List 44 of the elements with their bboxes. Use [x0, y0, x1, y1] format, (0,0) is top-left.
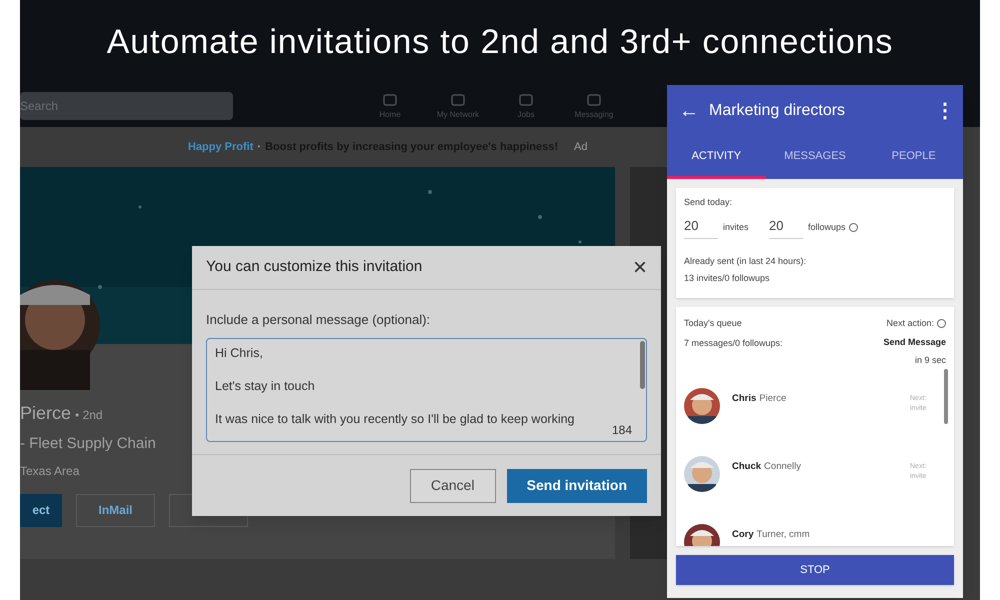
profile-headline: - Fleet Supply Chain [20, 434, 157, 454]
close-button[interactable]: × [632, 256, 647, 280]
ad-separator: · [257, 140, 262, 155]
invites-label: invites [723, 220, 750, 234]
followups-field[interactable]: 20 [769, 216, 803, 239]
person-last-name: Pierce [759, 392, 786, 406]
scrollbar-thumb[interactable] [640, 340, 645, 388]
message-field[interactable]: Hi Chris, Let's stay in touch It was nice to talk with you recently so I'll be glad to keep working 184 [206, 338, 647, 442]
menu-button[interactable]: ⋮ [935, 96, 951, 126]
panel-title: Marketing directors [709, 101, 846, 121]
send-invitation-button[interactable]: Send invitation [506, 468, 647, 502]
already-sent-value: 13 invites/0 followups [684, 272, 771, 285]
tab[interactable]: PEOPLE [864, 137, 964, 179]
back-button[interactable]: ← [679, 96, 699, 126]
invites-field[interactable]: 20 [684, 216, 718, 239]
cancel-button[interactable]: Cancel [410, 468, 496, 502]
tab[interactable]: ACTIVITY [667, 137, 766, 179]
queue-count: 7 messages/0 followups: [684, 336, 783, 350]
queue-label: Today's queue [684, 317, 743, 330]
tab[interactable]: MESSAGES [766, 137, 864, 179]
person-first-name: Chris [732, 392, 756, 406]
next-action: Send Message [883, 336, 946, 349]
person-last-name: Turner, cmm [756, 528, 810, 542]
person-first-name: Chuck [732, 460, 762, 474]
connection-degree: • 2nd [75, 407, 103, 424]
followups-label: followups [808, 220, 846, 234]
message-paragraph: Let's stay in touch [215, 378, 316, 394]
next-action-label: Next action: [886, 317, 934, 330]
next-action-time: in 9 sec [914, 354, 946, 367]
profile-location: Texas Area [20, 462, 80, 480]
already-sent-label: Already sent (in last 24 hours): [684, 255, 808, 268]
profile-name: Pierce [20, 402, 72, 425]
profile-action-button[interactable]: ect [20, 494, 62, 526]
scrollbar-thumb[interactable] [944, 369, 948, 424]
message-paragraph: Hi Chris, [215, 344, 264, 362]
stop-button[interactable]: STOP [676, 555, 954, 585]
ad-tag: Ad [574, 138, 588, 156]
message-paragraph: It was nice to talk with you recently so I'll be glad to keep working [215, 410, 576, 428]
profile-action-button[interactable]: InMail [76, 494, 155, 526]
person-last-name: Connelly [764, 460, 802, 474]
caption: Automate invitations to 2nd and 3rd+ connections [106, 22, 894, 63]
person-first-name: Cory [732, 528, 754, 542]
character-counter: 184 [612, 422, 632, 438]
send-today-label: Send today: [684, 196, 734, 209]
